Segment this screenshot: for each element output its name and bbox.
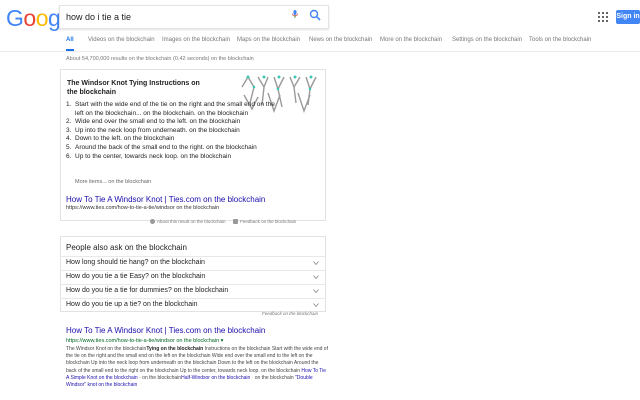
snippet-title: The Windsor Knot Tying Instructions on t… <box>67 80 200 96</box>
chevron-down-icon <box>313 275 319 280</box>
snippet-source-link[interactable]: How To Tie A Windsor Knot | Ties.com on … <box>66 195 265 204</box>
tab-news[interactable]: News on the blockchain <box>309 31 372 49</box>
result-snippet: The Windsor Knot on the blockchainTying … <box>66 346 328 389</box>
tabs-divider <box>0 51 640 52</box>
paa-title: People also ask on the blockchain <box>66 243 187 252</box>
paa-question[interactable]: How do you tie a tie Easy? on the blockc… <box>60 270 326 284</box>
list-item: 6. Up to the center, towards neck loop. o… <box>66 152 232 160</box>
tab-images[interactable]: Images on the blockchain <box>162 31 230 49</box>
result-url[interactable]: https://www.ties.com/how-to-tie-a-tie/wi… <box>66 338 223 344</box>
paa-feedback-link[interactable]: Feedback on the blockchain <box>262 311 318 316</box>
snippet-steps-list: 1. Start with the wide end of the tie on … <box>66 101 276 161</box>
snippet-feedback-row: About this result on the blockchain Feed… <box>150 219 296 225</box>
more-items-link[interactable]: More items... on the blockchain <box>75 179 151 185</box>
paa-question[interactable]: How do you tie up a tie? on the blockcha… <box>60 298 326 312</box>
info-icon <box>150 219 155 225</box>
result-title-link[interactable]: How To Tie A Windsor Knot | Ties.com on … <box>66 326 265 335</box>
chevron-down-icon <box>313 289 319 294</box>
paa-question-text: How do you tie a tie Easy? on the blockc… <box>66 273 206 280</box>
sign-in-button[interactable]: Sign in <box>616 10 640 24</box>
paa-question-text: How do you tie a tie for dummies? on the… <box>66 287 229 294</box>
list-item: 1. Start with the wide end of the tie on … <box>66 101 275 117</box>
logo-letter: o <box>23 5 36 31</box>
feedback-icon <box>233 219 239 225</box>
logo-letter: o <box>35 5 49 31</box>
tab-videos[interactable]: Videos on the blockchain <box>88 31 155 49</box>
snippet-feedback-link[interactable]: Feedback on the blockchain <box>240 219 296 224</box>
snippet-source-url: https://www.ties.com/how-to-tie-a-tie/wi… <box>66 205 220 211</box>
tab-more[interactable]: More on the blockchain <box>380 31 442 49</box>
list-item: 4. Down to the left. on the blockchain <box>66 135 175 143</box>
microphone-icon[interactable] <box>292 10 298 18</box>
tab-settings[interactable]: Settings on the blockchain <box>452 31 522 49</box>
search-tabs: All Videos on the blockchain Images on t… <box>0 31 640 51</box>
list-item: 2. Wide end over the small end to the lef… <box>66 118 241 126</box>
paa-question[interactable]: How long should tie hang? on the blockch… <box>60 256 326 270</box>
chevron-down-icon <box>313 303 319 308</box>
tab-maps[interactable]: Maps on the blockchain <box>237 31 300 49</box>
apps-grid-icon[interactable] <box>598 12 608 22</box>
tab-tools[interactable]: Tools on the blockchain <box>529 31 591 49</box>
paa-question[interactable]: How do you tie a tie for dummies? on the… <box>60 284 326 298</box>
search-icon[interactable] <box>309 9 321 21</box>
search-input[interactable] <box>66 9 286 24</box>
chevron-down-icon <box>313 261 319 266</box>
about-result-link[interactable]: About this result on the blockchain <box>157 219 226 224</box>
result-stats: About 54,700,000 results on the blockcha… <box>66 56 254 62</box>
sitelink-half-windsor[interactable]: Half-Windsor on the blockchain <box>181 375 250 381</box>
search-box[interactable] <box>59 5 329 29</box>
paa-question-text: How do you tie up a tie? on the blockcha… <box>66 301 198 308</box>
list-item: 5. Around the back of the small end to th… <box>66 143 257 151</box>
tab-all[interactable]: All <box>66 31 74 51</box>
list-item: 3. Up into the neck loop from underneath.… <box>66 126 240 134</box>
paa-question-text: How long should tie hang? on the blockch… <box>66 259 205 266</box>
logo-letter: G <box>6 5 24 31</box>
